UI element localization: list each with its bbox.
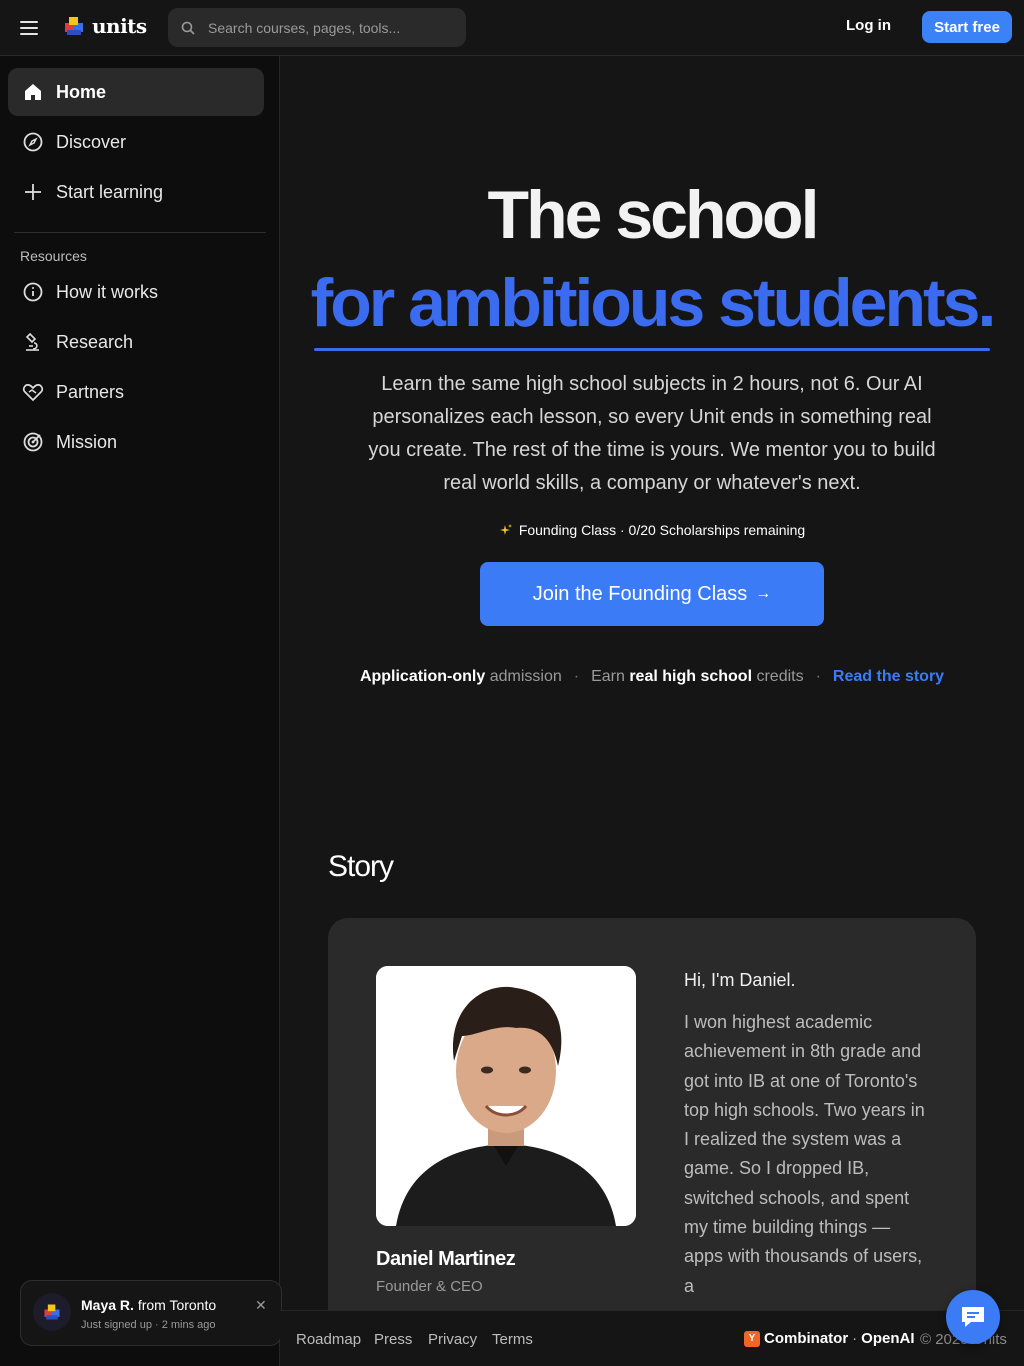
sidebar-divider xyxy=(14,232,266,233)
backers: Y Combinator · OpenAI xyxy=(744,1330,915,1347)
sidebar-item-label: Mission xyxy=(56,431,118,452)
founding-class-text: Founding Class · 0/20 Scholarships remai… xyxy=(518,522,806,538)
toast-subtitle: Just signed up · 2 mins ago xyxy=(81,1319,216,1331)
story-heading: Story xyxy=(328,850,394,883)
signup-toast: Maya R. from Toronto Just signed up · 2 … xyxy=(20,1280,282,1346)
footer-link-roadmap[interactable]: Roadmap xyxy=(296,1331,361,1348)
search-icon xyxy=(181,21,195,35)
fact-credits-pre: Earn xyxy=(591,668,625,685)
founder-name: Daniel Martinez xyxy=(376,1248,516,1270)
toast-avatar xyxy=(33,1293,71,1331)
toast-location: from Toronto xyxy=(137,1297,217,1313)
footer-link-terms[interactable]: Terms xyxy=(492,1331,533,1348)
compass-icon xyxy=(22,131,44,153)
backer-separator: · xyxy=(852,1330,858,1347)
sidebar-item-research[interactable]: Research xyxy=(8,318,264,366)
start-free-button[interactable]: Start free xyxy=(922,11,1012,43)
fact-credits-bold: real high school xyxy=(629,668,753,685)
cta-label: Join the Founding Class xyxy=(532,582,748,605)
sidebar-item-label: Research xyxy=(56,331,134,352)
sidebar-item-label: Partners xyxy=(56,381,125,402)
sidebar-item-label: How it works xyxy=(56,281,159,302)
sidebar-item-discover[interactable]: Discover xyxy=(8,118,264,166)
fact-application-bold: Application-only xyxy=(359,668,486,685)
hamburger-menu-icon[interactable] xyxy=(20,16,44,40)
sidebar-item-partners[interactable]: Partners xyxy=(8,368,264,416)
sparkle-icon xyxy=(499,524,512,535)
sidebar-item-label: Discover xyxy=(56,131,127,152)
story-body: I won highest academic achievement in 8t… xyxy=(684,1012,925,1296)
home-icon xyxy=(22,81,44,103)
sidebar-item-label: Start learning xyxy=(56,181,164,202)
founder-photo xyxy=(376,966,636,1226)
units-logo-icon xyxy=(65,17,83,35)
sidebar-item-home[interactable]: Home xyxy=(8,68,264,116)
sidebar: Home Discover Start learning Resources H… xyxy=(0,56,280,1366)
logo-text: units xyxy=(92,14,147,38)
hero-title-line2: for ambitious students. xyxy=(310,265,997,341)
hero-facts: Application-only admission · Earn real hig… xyxy=(280,668,1024,686)
sidebar-item-label: Home xyxy=(56,81,107,102)
hero-lead: Learn the same high school subjects in 2… xyxy=(368,373,936,494)
microscope-icon xyxy=(22,331,44,353)
search-bar[interactable] xyxy=(168,8,466,47)
units-logo-icon xyxy=(44,1304,60,1320)
plus-icon xyxy=(22,181,44,203)
separator: · xyxy=(815,668,821,685)
openai-label: OpenAI xyxy=(861,1330,915,1347)
info-icon xyxy=(22,281,44,303)
toast-user-name: Maya R. xyxy=(81,1297,134,1313)
story-card: Daniel Martinez Founder & CEO Hi, I'm Da… xyxy=(328,918,976,1338)
founding-class-status: Founding Class · 0/20 Scholarships remai… xyxy=(280,522,1024,538)
founder-role: Founder & CEO xyxy=(376,1278,483,1295)
fact-credits-rest: credits xyxy=(756,668,804,685)
sidebar-item-mission[interactable]: Mission xyxy=(8,418,264,466)
logo[interactable]: units xyxy=(62,14,147,38)
chat-bubble-icon xyxy=(962,1307,984,1327)
story-greeting: Hi, I'm Daniel. xyxy=(684,970,796,990)
target-icon xyxy=(22,431,44,453)
chat-button[interactable] xyxy=(946,1290,1000,1344)
separator: · xyxy=(573,668,580,685)
close-icon[interactable]: ✕ xyxy=(255,1297,267,1314)
arrow-right-icon: → xyxy=(755,585,772,602)
resources-heading: Resources xyxy=(20,248,87,264)
top-bar: units Log in Start free xyxy=(0,0,1024,56)
main-content: The school for ambitious students. Learn… xyxy=(280,56,1024,1338)
sidebar-item-start-learning[interactable]: Start learning xyxy=(8,168,264,216)
hero-underline xyxy=(314,348,990,351)
footer-link-press[interactable]: Press xyxy=(374,1331,412,1348)
sidebar-item-how-it-works[interactable]: How it works xyxy=(8,268,264,316)
combinator-label: Combinator xyxy=(764,1330,849,1347)
join-founding-class-button[interactable]: Join the Founding Class → xyxy=(480,562,824,626)
footer-link-privacy[interactable]: Privacy xyxy=(428,1331,477,1348)
hero-title-line1: The school xyxy=(487,177,820,253)
founder-portrait-image xyxy=(376,966,636,1226)
handshake-heart-icon xyxy=(22,381,44,403)
y-combinator-logo-icon: Y xyxy=(744,1330,760,1347)
read-the-story-link[interactable]: Read the story xyxy=(833,668,944,685)
footer: Roadmap Press Privacy Terms Y Combinator… xyxy=(280,1310,1024,1366)
toast-title: Maya R. from Toronto xyxy=(81,1297,216,1313)
search-input[interactable] xyxy=(208,19,448,36)
fact-application-rest: admission xyxy=(489,668,562,685)
login-link[interactable]: Log in xyxy=(846,17,891,34)
